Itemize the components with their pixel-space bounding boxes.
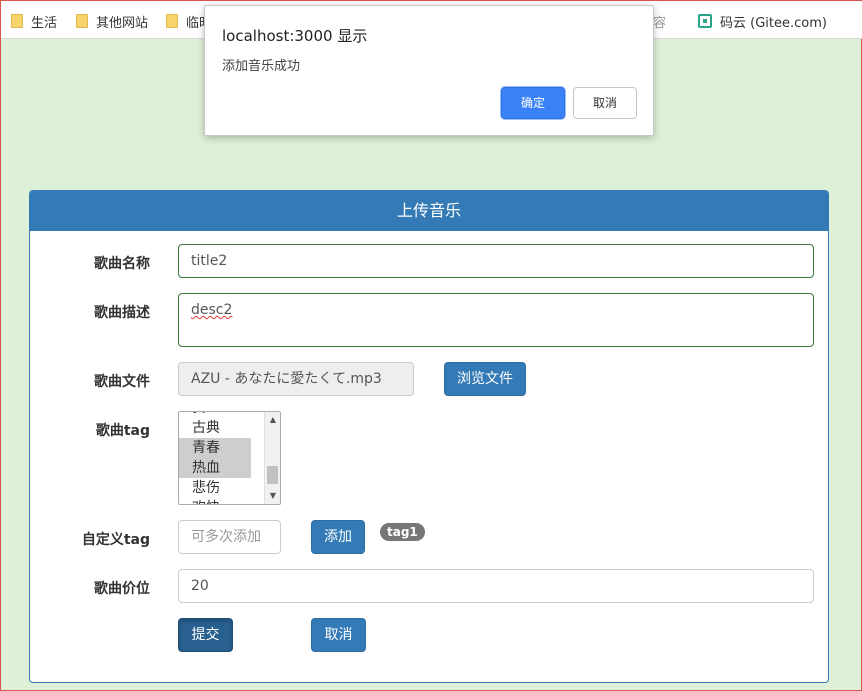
description-text: desc2 — [191, 302, 233, 318]
bookmark-label: 其他网站 — [96, 15, 149, 31]
bookmark-item[interactable]: 其他网站 — [76, 11, 148, 31]
alert-dialog: localhost:3000 显示 添加音乐成功 确定 取消 — [204, 5, 654, 136]
tag-option[interactable]: 古典 — [179, 418, 251, 438]
scroll-thumb[interactable] — [267, 466, 278, 484]
price-label: 歌曲价位 — [94, 581, 150, 597]
tag-select[interactable]: 安 古典 青春 热血 悲伤 欢快 ▲ ▼ — [178, 411, 281, 505]
submit-button[interactable]: 提交 — [178, 618, 233, 652]
listbox-scrollbar[interactable]: ▲ ▼ — [264, 412, 280, 504]
tag-option-selected[interactable]: 热血 — [179, 458, 251, 478]
tag-option[interactable]: 悲伤 — [179, 478, 251, 498]
add-tag-button[interactable]: 添加 — [311, 520, 365, 554]
gitee-icon — [698, 14, 712, 28]
tag-label: 歌曲tag — [95, 423, 150, 439]
dialog-cancel-button[interactable]: 取消 — [573, 87, 637, 119]
scroll-up-icon[interactable]: ▲ — [265, 412, 280, 428]
browse-file-button[interactable]: 浏览文件 — [444, 362, 526, 396]
file-label: 歌曲文件 — [94, 374, 150, 390]
dialog-title: localhost:3000 显示 — [222, 27, 368, 45]
dialog-ok-button[interactable]: 确定 — [501, 87, 565, 119]
file-name-field: AZU - あなたに愛たくて.mp3 — [178, 362, 414, 396]
tag-option[interactable]: 安 — [179, 412, 251, 418]
upload-panel: 上传音乐 歌曲名称 title2 歌曲描述 desc2 歌曲文件 AZU - あ… — [29, 190, 829, 683]
bookmark-item[interactable]: 生活 — [11, 11, 57, 31]
tag-badge: tag1 — [380, 523, 425, 541]
dialog-message: 添加音乐成功 — [222, 59, 301, 74]
cancel-button[interactable]: 取消 — [311, 618, 366, 652]
custom-tag-input[interactable]: 可多次添加 — [178, 520, 281, 554]
description-label: 歌曲描述 — [94, 305, 150, 321]
bookmark-label: 码云 (Gitee.com) — [720, 15, 827, 31]
folder-icon — [166, 14, 178, 28]
custom-tag-label: 自定义tag — [81, 532, 150, 548]
scroll-down-icon[interactable]: ▼ — [265, 488, 280, 504]
title-input[interactable]: title2 — [178, 244, 814, 278]
bookmark-item[interactable]: 码云 (Gitee.com) — [698, 11, 827, 31]
bookmark-label: 生活 — [31, 15, 58, 31]
tag-option-selected[interactable]: 青春 — [179, 438, 251, 458]
price-input[interactable]: 20 — [178, 569, 814, 603]
folder-icon — [11, 14, 23, 28]
description-textarea[interactable]: desc2 — [178, 293, 814, 347]
panel-heading: 上传音乐 — [30, 191, 828, 231]
title-label: 歌曲名称 — [94, 256, 150, 272]
folder-icon — [76, 14, 88, 28]
tag-option[interactable]: 欢快 — [179, 498, 251, 504]
